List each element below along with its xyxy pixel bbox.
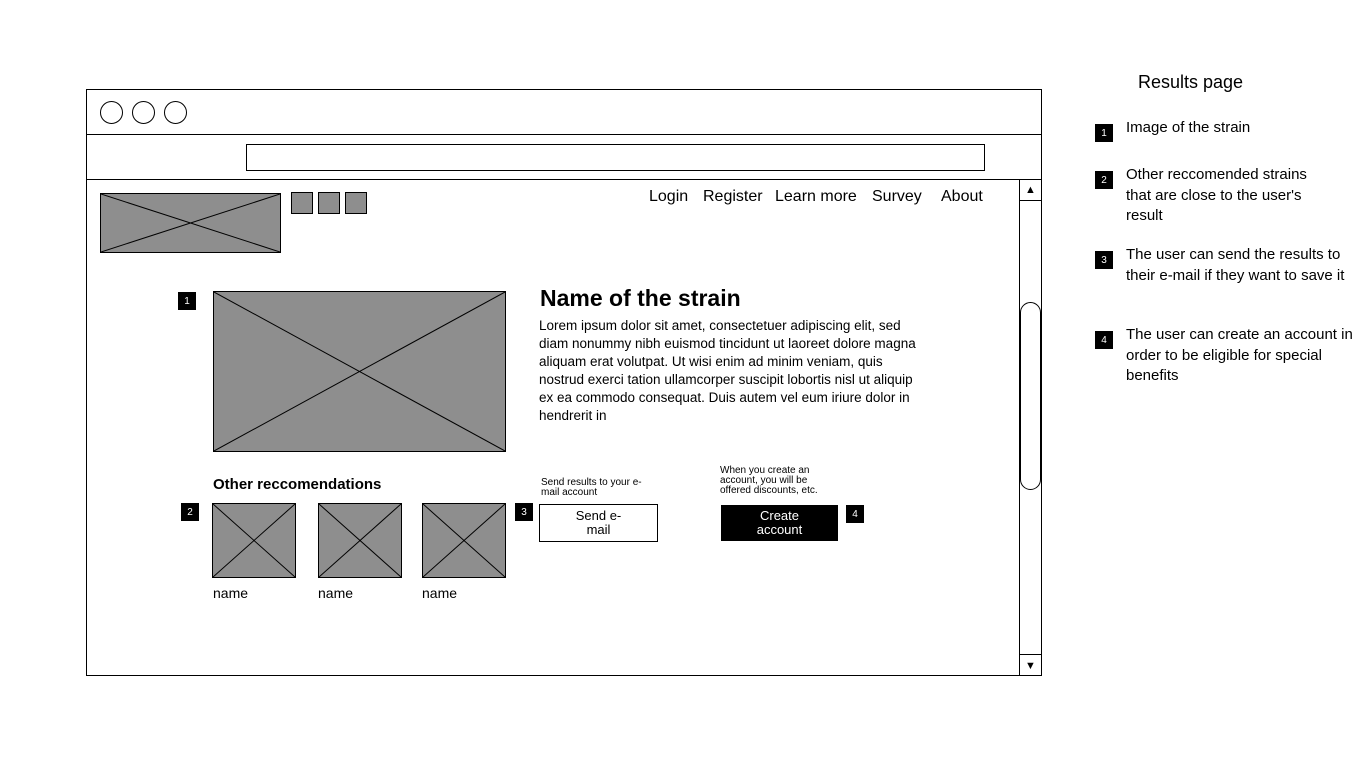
legend-marker-2: 2 [1095, 171, 1113, 189]
logo-image-placeholder [100, 193, 281, 253]
annotation-marker-2: 2 [181, 503, 199, 521]
scrollbar[interactable]: ▲ ▼ [1019, 180, 1041, 675]
toolbar-divider [87, 179, 1041, 180]
nav-learn-more[interactable]: Learn more [775, 188, 857, 206]
recommendations-heading: Other reccomendations [213, 476, 382, 493]
legend-marker-1: 1 [1095, 124, 1113, 142]
nav-survey[interactable]: Survey [872, 188, 922, 206]
annotation-marker-3: 3 [515, 503, 533, 521]
create-account-button[interactable]: Create account [721, 505, 838, 541]
strain-title: Name of the strain [540, 285, 741, 311]
address-bar[interactable] [246, 144, 985, 171]
scroll-down-arrow[interactable]: ▼ [1020, 654, 1041, 675]
annotation-marker-4: 4 [846, 505, 864, 523]
scroll-up-arrow[interactable]: ▲ [1020, 180, 1041, 201]
recommendation-image-placeholder[interactable] [422, 503, 506, 578]
legend-text-1: Image of the strain [1126, 119, 1251, 136]
nav-register[interactable]: Register [703, 188, 763, 206]
create-account-caption: When you create an account, you will be … [720, 465, 818, 496]
legend-text-2: Other reccomended strains that are close… [1126, 166, 1307, 224]
social-icon[interactable] [345, 192, 367, 214]
recommendation-image-placeholder[interactable] [212, 503, 296, 578]
send-email-caption: Send results to your e-mail account [541, 477, 642, 498]
window-control-close[interactable] [100, 101, 123, 124]
strain-description: Lorem ipsum dolor sit amet, consectetuer… [539, 318, 916, 423]
legend-marker-3: 3 [1095, 251, 1113, 269]
legend-text-4: The user can create an account in order … [1126, 326, 1353, 384]
recommendation-name[interactable]: name [422, 585, 457, 601]
recommendation-image-placeholder[interactable] [318, 503, 402, 578]
recommendation-name[interactable]: name [213, 585, 248, 601]
scroll-thumb[interactable] [1020, 302, 1041, 490]
strain-image-placeholder [213, 291, 506, 452]
window-control-maximize[interactable] [164, 101, 187, 124]
legend-text-3: The user can send the results to their e… [1126, 246, 1345, 284]
titlebar-divider [87, 134, 1041, 135]
social-icon[interactable] [291, 192, 313, 214]
nav-login[interactable]: Login [649, 188, 688, 206]
recommendation-name[interactable]: name [318, 585, 353, 601]
window-control-minimize[interactable] [132, 101, 155, 124]
nav-about[interactable]: About [941, 188, 983, 206]
send-email-button[interactable]: Send e-mail [539, 504, 658, 542]
annotation-marker-1: 1 [178, 292, 196, 310]
social-icon[interactable] [318, 192, 340, 214]
legend-title: Results page [1138, 72, 1244, 92]
legend-marker-4: 4 [1095, 331, 1113, 349]
